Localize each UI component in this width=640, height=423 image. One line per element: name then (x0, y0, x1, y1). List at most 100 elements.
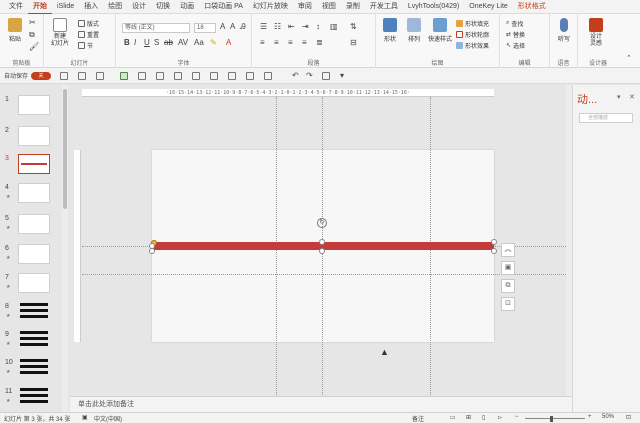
guide-line[interactable] (82, 274, 566, 275)
tab-16[interactable]: 形状格式 (513, 0, 551, 14)
quick-styles-button[interactable]: 快速样式 (426, 18, 454, 43)
zoom-in-icon[interactable]: + (588, 414, 592, 420)
tab-4[interactable]: 绘图 (103, 0, 127, 14)
char-spacing-icon[interactable]: AV (178, 38, 188, 47)
increase-indent-icon[interactable]: ⇥ (302, 22, 309, 31)
slide-thumbnail[interactable] (18, 126, 50, 146)
slide-thumbnail[interactable] (18, 214, 50, 234)
tab-7[interactable]: 动画 (175, 0, 199, 14)
tab-8[interactable]: 口袋动画 PA (199, 0, 248, 14)
format-painter-icon[interactable]: 🖌 (29, 42, 39, 51)
resize-handle[interactable] (149, 248, 155, 254)
collapse-ribbon-icon[interactable]: ⌃ (626, 54, 632, 62)
slide-thumbnail[interactable] (18, 95, 50, 115)
tab-14[interactable]: LvyhTools(0429) (403, 0, 464, 14)
slide-thumbnail[interactable] (18, 387, 50, 407)
increase-font-icon[interactable]: A (220, 22, 225, 31)
qat-tool-icon[interactable] (192, 72, 200, 80)
qat-tool-icon[interactable] (228, 72, 236, 80)
bullets-icon[interactable]: ☰ (260, 22, 267, 31)
play-all-button[interactable]: 全部播放 (579, 113, 633, 123)
paste-button[interactable]: 粘贴 (3, 18, 27, 43)
select-button[interactable]: ↖ 选择 (506, 41, 525, 50)
qat-tool-icon[interactable] (156, 72, 164, 80)
resize-handle[interactable] (491, 239, 497, 245)
shape-button[interactable]: 形状 (378, 18, 402, 43)
crop-icon[interactable]: ⊡ (501, 297, 515, 311)
slideshow-icon[interactable]: ▻ (498, 414, 503, 421)
normal-view-icon[interactable]: ▭ (450, 414, 456, 421)
highlight-icon[interactable]: ✎ (210, 38, 217, 47)
design-ideas-button[interactable]: 设计 灵感 (584, 18, 608, 48)
notes-button[interactable]: 备注 (412, 414, 424, 423)
italic-icon[interactable]: I (134, 38, 136, 47)
thumbnails-scrollbar[interactable] (62, 85, 68, 412)
resize-handle[interactable] (319, 239, 325, 245)
section-button[interactable]: 节 (78, 41, 93, 50)
slide-thumbnail[interactable] (18, 244, 50, 264)
line-spacing-icon[interactable]: ↕ (316, 22, 320, 31)
zoom-slider[interactable] (525, 418, 585, 419)
tab-15[interactable]: OneKey Lite (464, 0, 513, 14)
scrollbar-thumb[interactable] (63, 89, 67, 209)
new-slide-button[interactable]: 新建 幻灯片 (48, 18, 72, 48)
slide-thumbnail-selected[interactable] (18, 154, 50, 174)
font-size-combo[interactable]: 18 (194, 23, 216, 33)
font-color-icon[interactable]: A (226, 38, 231, 47)
underline-icon[interactable]: U (144, 38, 150, 47)
copy-icon[interactable]: ⧉ (29, 30, 35, 40)
qat-tool-icon[interactable] (210, 72, 218, 80)
change-case-icon[interactable]: Aa (194, 38, 204, 47)
slide-thumbnail[interactable] (18, 183, 50, 203)
tab-13[interactable]: 开发工具 (365, 0, 403, 14)
align-right-icon[interactable]: ≡ (288, 38, 293, 47)
qat-tool-icon[interactable] (174, 72, 182, 80)
zoom-out-icon[interactable]: − (515, 414, 519, 420)
replace-button[interactable]: ⇄ 替换 (506, 30, 525, 39)
slide-sorter-icon[interactable]: ⊞ (466, 414, 471, 421)
reset-button[interactable]: 重置 (78, 30, 99, 39)
numbering-icon[interactable]: ☷ (274, 22, 281, 31)
slide-thumbnail[interactable] (18, 302, 50, 322)
zoom-level[interactable]: 50% (602, 414, 614, 420)
find-button[interactable]: ⌕ 查找 (506, 19, 523, 28)
language-status[interactable]: 中文(中国) (94, 414, 122, 423)
align-center-icon[interactable]: ≡ (274, 38, 279, 47)
pane-options-icon[interactable]: ▾ (617, 93, 621, 101)
tab-10[interactable]: 审阅 (293, 0, 317, 14)
close-icon[interactable]: ✕ (629, 93, 635, 101)
rotate-handle-icon[interactable]: ↻ (317, 218, 327, 228)
shape-outline-button[interactable]: 形状轮廓 (456, 30, 489, 39)
tab-12[interactable]: 录制 (341, 0, 365, 14)
tab-1[interactable]: 开始 (28, 0, 52, 14)
decrease-indent-icon[interactable]: ⇤ (288, 22, 295, 31)
slide-thumbnail[interactable] (18, 330, 50, 350)
reading-view-icon[interactable]: ▯ (482, 414, 485, 421)
layout-options-icon[interactable]: ︽ (501, 243, 515, 257)
cut-icon[interactable]: ✂ (29, 18, 36, 27)
fit-to-window-icon[interactable]: ⊡ (626, 414, 631, 421)
shape-styles-icon[interactable]: ▣ (501, 261, 515, 275)
columns-icon[interactable]: ▥ (330, 22, 338, 31)
shape-fill-button[interactable]: 形状填充 (456, 19, 489, 28)
undo-icon[interactable]: ↶ (292, 71, 299, 80)
distribute-icon[interactable]: ≣ (316, 38, 323, 47)
tab-3[interactable]: 插入 (79, 0, 103, 14)
tab-9[interactable]: 幻灯片放映 (248, 0, 293, 14)
qat-tool-icon[interactable] (78, 72, 86, 80)
shape-effects-button[interactable]: 形状效果 (456, 41, 489, 50)
autosave-control[interactable]: 自动保存 关 (4, 71, 52, 80)
slide-thumbnail[interactable] (18, 273, 50, 293)
format-shape-icon[interactable]: ⧉ (501, 279, 515, 293)
zoom-slider-knob[interactable] (550, 416, 553, 422)
font-name-combo[interactable]: 等线 (正文) (122, 23, 190, 33)
clear-format-icon[interactable]: Ꭿ (240, 22, 246, 32)
arrange-button[interactable]: 排列 (402, 18, 426, 43)
slide-thumbnail[interactable] (18, 358, 50, 378)
resize-handle[interactable] (319, 248, 325, 254)
layout-button[interactable]: 版式 (78, 19, 99, 28)
justify-icon[interactable]: ≡ (302, 38, 307, 47)
tab-0[interactable]: 文件 (4, 0, 28, 14)
autosave-toggle[interactable]: 关 (31, 71, 52, 80)
shadow-icon[interactable]: S (154, 38, 159, 47)
